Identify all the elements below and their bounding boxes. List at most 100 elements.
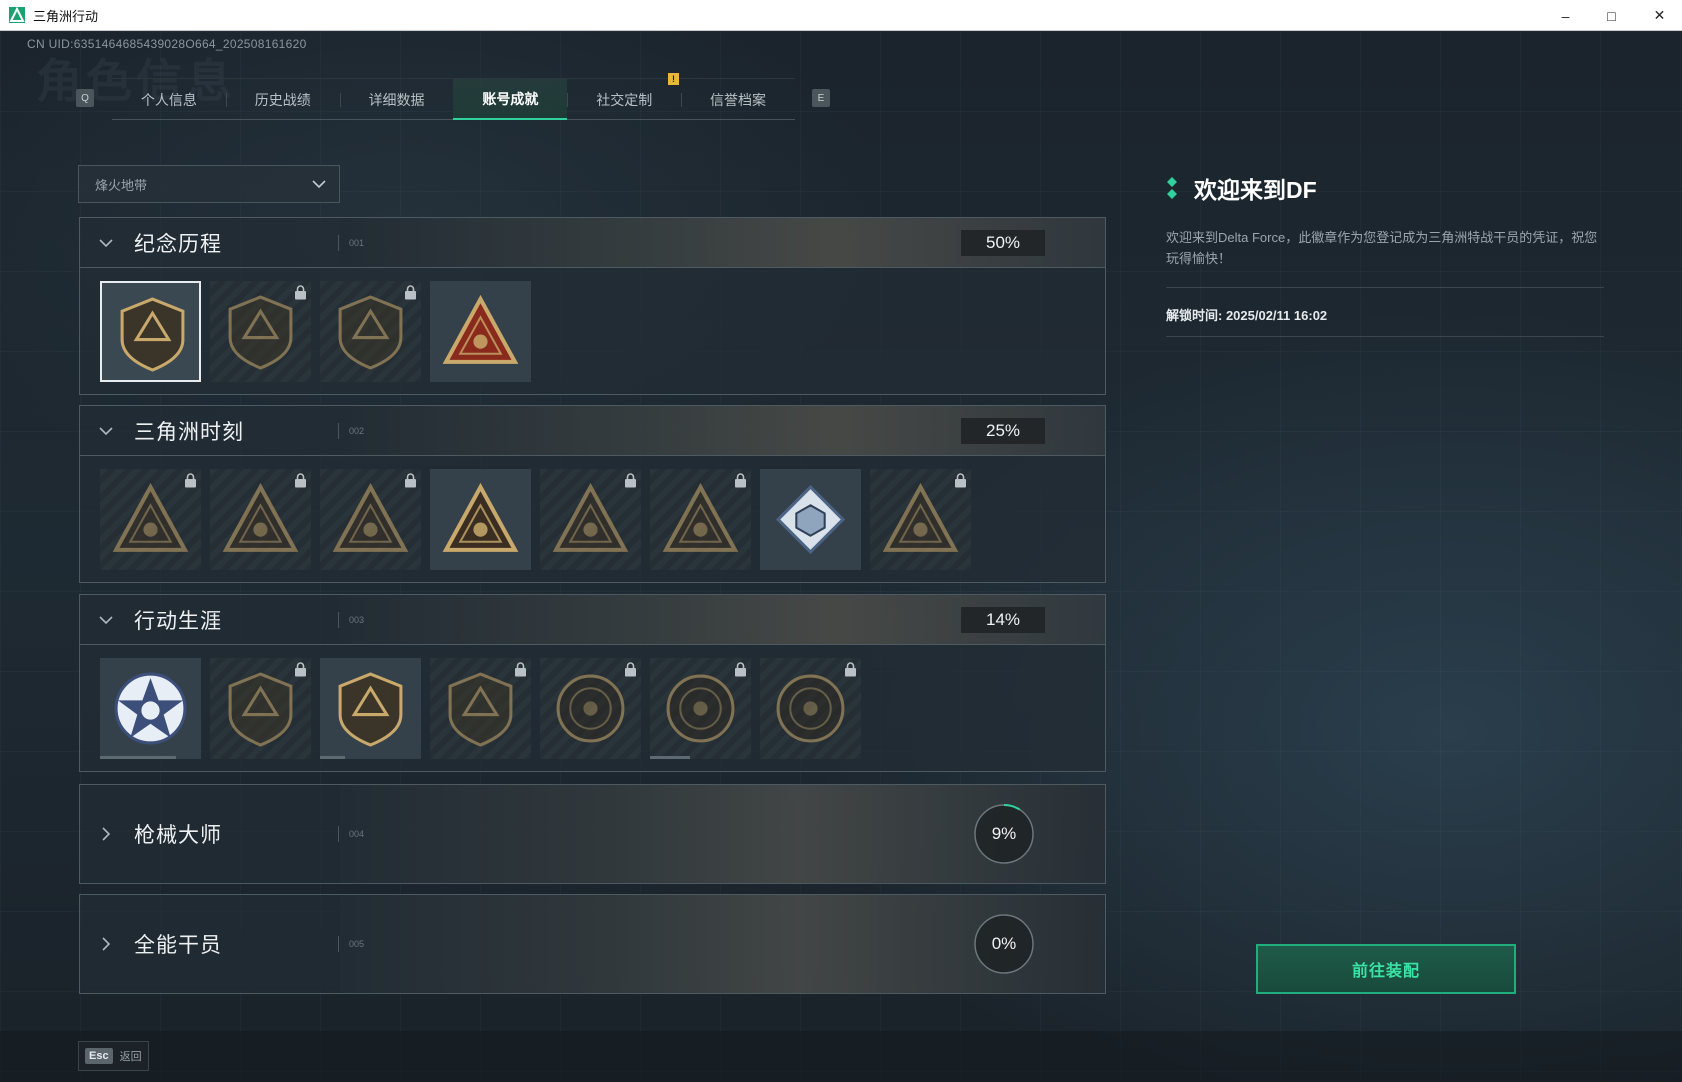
- section-code: 003: [338, 612, 364, 628]
- badge-row: [80, 268, 1105, 394]
- ring-coin-icon: [556, 674, 625, 743]
- section-title: 全能干员: [134, 934, 222, 957]
- achievement-badge[interactable]: [540, 658, 641, 759]
- section-progress-percent: 25%: [961, 418, 1045, 444]
- chevron-right-icon: [102, 937, 111, 951]
- badge-row: [80, 645, 1105, 771]
- lock-icon: [735, 662, 746, 677]
- badge-row: [80, 456, 1105, 582]
- beast-triangle-icon: [552, 482, 629, 552]
- achievement-badge[interactable]: [320, 658, 421, 759]
- chevron-down-icon: [99, 426, 113, 435]
- chevron-down-icon: [312, 180, 326, 189]
- game-area: 角色信息 CN UID:6351464685439028O664_2025081…: [0, 31, 1682, 1082]
- lock-icon: [625, 473, 636, 488]
- tab-prev-key-hint[interactable]: Q: [76, 89, 94, 107]
- achievement-section: 行动生涯 003 14%: [79, 594, 1106, 772]
- robot-triangle-icon: [112, 482, 189, 552]
- achievement-badge[interactable]: [540, 469, 641, 570]
- section-progress-percent: 9%: [991, 824, 1017, 843]
- lock-icon: [625, 662, 636, 677]
- achievement-section: 三角洲时刻 002 25%: [79, 405, 1106, 583]
- achievement-badge[interactable]: [760, 469, 861, 570]
- chevron-down-icon: [99, 615, 113, 624]
- tab-detailed-stats[interactable]: 详细数据: [339, 79, 454, 120]
- badge-progress-bar: [650, 756, 691, 759]
- chevron-shield-icon: [228, 672, 293, 747]
- back-label: 返回: [119, 1051, 142, 1063]
- achievement-section: 纪念历程 001 50%: [79, 217, 1106, 395]
- achievement-badge[interactable]: [320, 281, 421, 382]
- mode-select-dropdown[interactable]: 烽火地带: [78, 165, 340, 203]
- tab-social-customize[interactable]: 社交定制: [567, 79, 681, 120]
- achievement-badge[interactable]: [430, 658, 531, 759]
- window-title: 三角洲行动: [33, 8, 99, 24]
- section-code: 001: [338, 235, 364, 251]
- esc-key-hint: Esc: [85, 1048, 113, 1064]
- section-title: 枪械大师: [134, 824, 222, 847]
- achievement-badge[interactable]: [650, 469, 751, 570]
- section-progress-percent: 0%: [991, 934, 1017, 953]
- back-button[interactable]: Esc 返回: [78, 1041, 149, 1071]
- tab-next-key-hint[interactable]: E: [812, 89, 830, 107]
- star-medal-icon: [114, 672, 187, 745]
- lock-icon: [295, 662, 306, 677]
- achievement-badge[interactable]: [210, 658, 311, 759]
- tab-achievements[interactable]: 账号成就: [453, 79, 568, 120]
- achievement-badge[interactable]: [320, 469, 421, 570]
- section-progress-percent: 14%: [961, 607, 1045, 633]
- section-header[interactable]: 全能干员 005 0%: [80, 895, 1105, 993]
- section-progress-ring: 9%: [973, 803, 1035, 865]
- hands-triangle-icon: [332, 482, 409, 552]
- badge-detail-header: 欢迎来到DF: [1166, 171, 1604, 205]
- lock-icon: [405, 285, 416, 300]
- squad-triangle-icon: [442, 482, 519, 552]
- chevron-right-icon: [102, 827, 111, 841]
- cube-diamond-icon: [775, 484, 846, 555]
- go-equip-button[interactable]: 前往装配: [1256, 944, 1516, 994]
- lock-icon: [295, 473, 306, 488]
- profile-tabs: 个人信息 历史战绩 详细数据 账号成就 社交定制 信誉档案: [112, 78, 795, 120]
- lock-icon: [845, 662, 856, 677]
- achievement-badge[interactable]: [760, 658, 861, 759]
- achievement-badge[interactable]: [870, 469, 971, 570]
- section-header[interactable]: 纪念历程 001 50%: [80, 218, 1105, 268]
- achievement-badge[interactable]: [650, 658, 751, 759]
- skull-coin-icon: [666, 674, 735, 743]
- section-header[interactable]: 行动生涯 003 14%: [80, 595, 1105, 645]
- maximize-button[interactable]: □: [1589, 0, 1634, 31]
- delta-shield-icon: [120, 297, 185, 372]
- achievement-section: 全能干员 005 0%: [79, 894, 1106, 994]
- lock-icon: [955, 473, 966, 488]
- tab-match-history[interactable]: 历史战绩: [225, 79, 340, 120]
- badge-detail-panel: 欢迎来到DF 欢迎来到Delta Force，此徽章作为您登记成为三角洲特战干员…: [1166, 171, 1604, 337]
- achievement-badge[interactable]: [100, 658, 201, 759]
- mode-select-value: 烽火地带: [95, 177, 148, 193]
- lock-icon: [185, 473, 196, 488]
- section-code: 004: [338, 826, 364, 842]
- delta-force-logo-icon: [9, 6, 25, 23]
- achievement-badge[interactable]: [100, 281, 201, 382]
- tab-reputation[interactable]: 信誉档案: [681, 79, 795, 120]
- section-header[interactable]: 枪械大师 004 9%: [80, 785, 1105, 883]
- gem-shield-icon: [448, 672, 513, 747]
- minimize-button[interactable]: –: [1543, 0, 1588, 31]
- section-progress-percent: 50%: [961, 230, 1045, 256]
- achievement-badge[interactable]: [430, 469, 531, 570]
- badge-progress-bar: [100, 756, 176, 759]
- section-code: 002: [338, 423, 364, 439]
- lock-icon: [515, 662, 526, 677]
- badge-unlock-time: 解锁时间: 2025/02/11 16:02: [1166, 305, 1604, 337]
- section-header[interactable]: 三角洲时刻 002 25%: [80, 406, 1105, 456]
- achievement-section: 枪械大师 004 9%: [79, 784, 1106, 884]
- achievement-badge[interactable]: [210, 281, 311, 382]
- close-button[interactable]: ✕: [1637, 0, 1682, 31]
- mask-triangle-icon: [882, 482, 959, 552]
- achievement-badge[interactable]: [430, 281, 531, 382]
- achievement-badge[interactable]: [210, 469, 311, 570]
- badge-progress-bar: [320, 756, 346, 759]
- achievement-badge[interactable]: [100, 469, 201, 570]
- tab-personal-info[interactable]: 个人信息: [112, 79, 226, 120]
- window-titlebar: 三角洲行动 – □ ✕: [0, 0, 1682, 31]
- footer-bar: Esc 返回: [0, 1031, 1682, 1082]
